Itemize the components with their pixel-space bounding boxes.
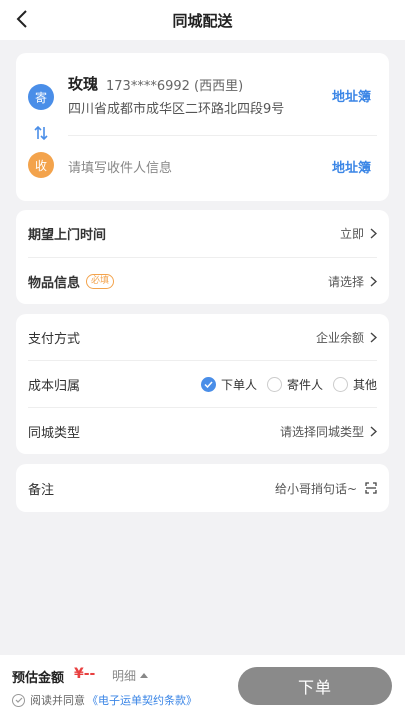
cost-owner-row: 成本归属 下单人 寄件人 其他 — [16, 361, 389, 407]
note-input[interactable]: 给小哥捎句话~ — [275, 480, 357, 497]
radio-unchecked-icon — [332, 376, 348, 392]
radio-checked-icon — [200, 376, 216, 392]
city-type-row[interactable]: 同城类型 请选择同城类型 — [16, 408, 389, 454]
navbar: 同城配送 — [0, 0, 405, 40]
pickup-time-label: 期望上门时间 — [28, 227, 107, 243]
goods-info-value: 请选择 — [327, 274, 364, 289]
sender-badge: 寄 — [28, 84, 54, 110]
cost-owner-radio-group: 下单人 寄件人 其他 — [191, 376, 377, 393]
sender-address[interactable]: 四川省成都市成华区二环路北四段9号 — [68, 98, 284, 117]
page-title: 同城配送 — [172, 11, 233, 30]
estimate-price: ¥-- — [74, 666, 96, 682]
swap-icon[interactable] — [34, 125, 48, 141]
receiver-badge: 收 — [28, 152, 54, 178]
pickup-time-row[interactable]: 期望上门时间 立即 — [16, 210, 389, 256]
agreement-link[interactable]: 《电子运单契约条款》 — [87, 692, 197, 708]
city-type-value: 请选择同城类型 — [279, 424, 364, 439]
chevron-right-icon — [370, 227, 377, 239]
agree-text: 阅读并同意 — [30, 694, 85, 707]
cost-option-label: 下单人 — [220, 377, 257, 392]
detail-toggle[interactable]: 明细 — [112, 667, 149, 684]
chevron-right-icon — [370, 275, 377, 287]
scan-icon[interactable] — [365, 482, 377, 494]
cost-option-orderer[interactable]: 下单人 — [200, 376, 257, 393]
chevron-right-icon — [370, 331, 377, 343]
required-tag: 必填 — [86, 273, 115, 289]
goods-info-row[interactable]: 物品信息 必填 请选择 — [16, 258, 389, 304]
estimate-label: 预估金额 — [12, 671, 65, 686]
city-type-label: 同城类型 — [28, 425, 81, 441]
note-label: 备注 — [28, 482, 55, 498]
payment-method-label: 支付方式 — [28, 331, 81, 347]
sender-addressbook-button[interactable]: 地址簿 — [332, 86, 371, 105]
bottom-bar: 预估金额 ¥-- 明细 阅读并同意 《电子运单契约条款》 下单 — [0, 655, 405, 720]
detail-label: 明细 — [112, 669, 137, 683]
cost-option-other[interactable]: 其他 — [332, 376, 377, 393]
back-arrow-icon — [16, 10, 27, 28]
sender-name[interactable]: 玫瑰 — [68, 73, 98, 94]
payment-card: 支付方式 企业余额 成本归属 下单人 寄件人 其他 同城类型 请选择同城类型 — [16, 314, 389, 454]
payment-method-value: 企业余额 — [315, 330, 364, 345]
cost-option-sender[interactable]: 寄件人 — [266, 376, 323, 393]
receiver-input[interactable]: 请填写收件人信息 — [68, 157, 172, 176]
goods-info-label: 物品信息 — [28, 275, 81, 291]
chevron-right-icon — [370, 425, 377, 437]
address-card: 寄 玫瑰 173****6992 (西西里) 四川省成都市成华区二环路北四段9号… — [16, 53, 389, 201]
back-button[interactable] — [10, 5, 34, 33]
agree-check-icon[interactable] — [12, 693, 25, 707]
radio-unchecked-icon — [266, 376, 282, 392]
caret-up-icon — [140, 672, 149, 678]
submit-order-button[interactable]: 下单 — [238, 667, 392, 705]
cost-option-label: 寄件人 — [286, 377, 323, 392]
note-row[interactable]: 备注 给小哥捎句话~ — [16, 465, 389, 511]
pickup-card: 期望上门时间 立即 物品信息 必填 请选择 — [16, 210, 389, 304]
address-divider — [68, 135, 377, 136]
receiver-addressbook-button[interactable]: 地址簿 — [332, 157, 371, 176]
cost-option-label: 其他 — [352, 377, 377, 392]
note-card: 备注 给小哥捎句话~ — [16, 464, 389, 512]
agreement-row[interactable]: 阅读并同意 《电子运单契约条款》 — [12, 692, 197, 708]
sender-phone[interactable]: 173****6992 (西西里) — [106, 75, 243, 94]
cost-owner-label: 成本归属 — [28, 378, 81, 394]
payment-method-row[interactable]: 支付方式 企业余额 — [16, 314, 389, 360]
pickup-time-value: 立即 — [339, 226, 364, 241]
